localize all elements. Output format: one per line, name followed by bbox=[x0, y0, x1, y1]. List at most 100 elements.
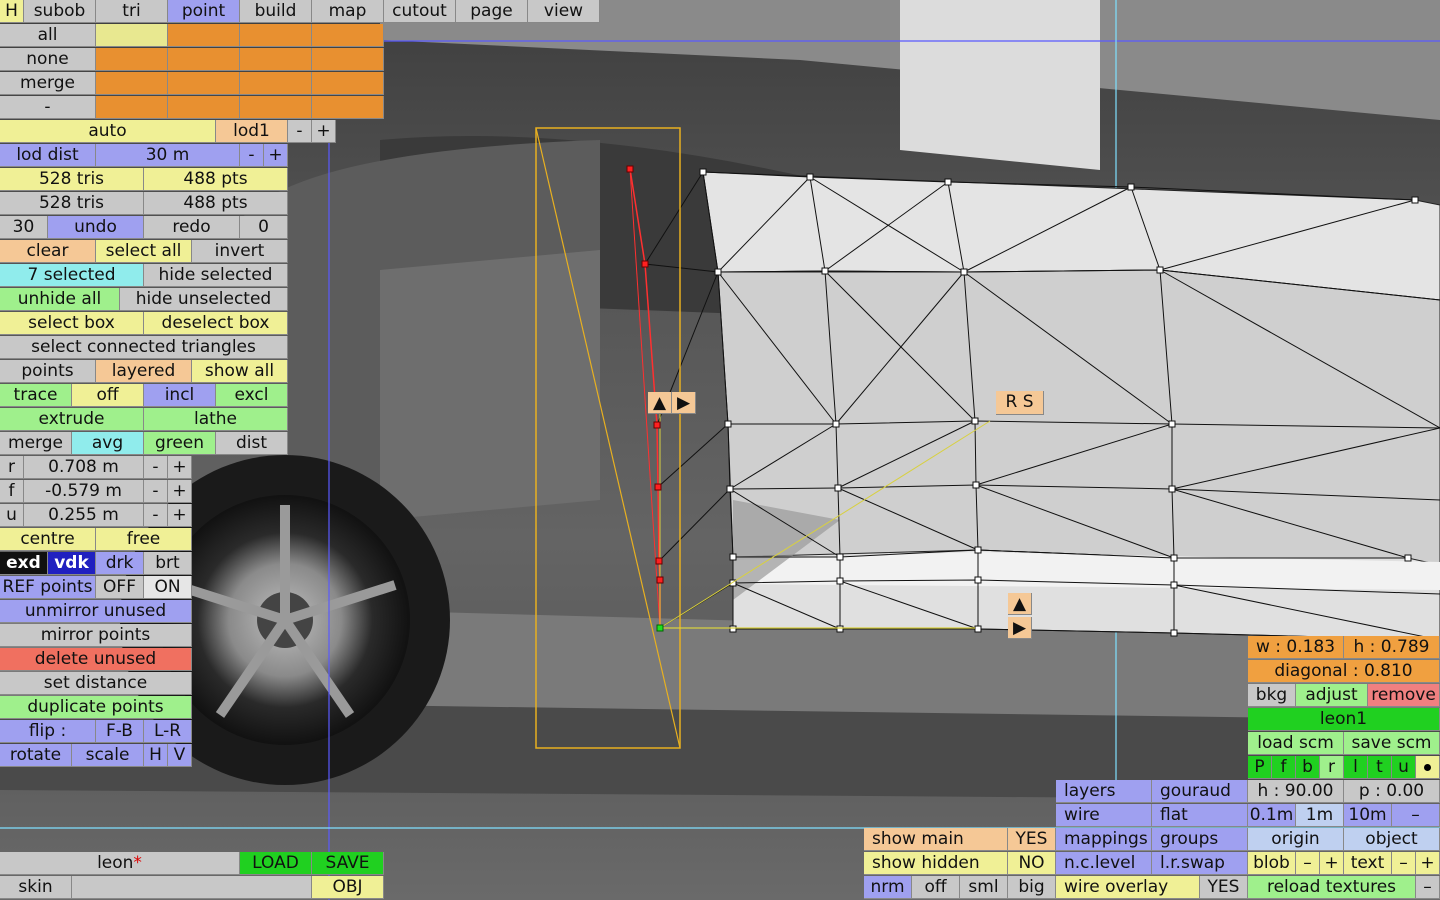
text-minus-button[interactable]: – bbox=[1392, 852, 1416, 875]
reload-textures-button[interactable]: reload textures bbox=[1248, 876, 1416, 899]
step-1m-button[interactable]: 1m bbox=[1296, 804, 1344, 827]
bkg-button[interactable]: bkg bbox=[1248, 684, 1296, 707]
merge-layer-button[interactable]: merge bbox=[0, 72, 96, 95]
rotate-button[interactable]: rotate bbox=[0, 744, 72, 767]
r-value[interactable]: 0.708 m bbox=[24, 456, 144, 479]
scale-button[interactable]: scale bbox=[72, 744, 144, 767]
merge-avg-button[interactable]: avg bbox=[72, 432, 144, 455]
set-distance-button[interactable]: set distance bbox=[0, 672, 192, 695]
extrude-button[interactable]: extrude bbox=[0, 408, 144, 431]
step-10m-button[interactable]: 10m bbox=[1344, 804, 1392, 827]
merge-dist-button[interactable]: dist bbox=[216, 432, 288, 455]
lod-plus-button[interactable]: + bbox=[312, 120, 336, 143]
redo-button[interactable]: redo bbox=[144, 216, 240, 239]
f-plus-button[interactable]: + bbox=[168, 480, 192, 503]
reference-name[interactable]: leon1 bbox=[1248, 708, 1440, 731]
view-r-button[interactable]: r bbox=[1320, 756, 1344, 779]
lod-minus-button[interactable]: - bbox=[288, 120, 312, 143]
obj-button[interactable]: OBJ bbox=[312, 876, 384, 899]
layer-cell[interactable] bbox=[96, 72, 168, 95]
invert-button[interactable]: invert bbox=[192, 240, 288, 263]
show-hidden-no-button[interactable]: NO bbox=[1008, 852, 1056, 875]
ref-on-button[interactable]: ON bbox=[144, 576, 192, 599]
skin-field[interactable] bbox=[72, 876, 312, 899]
scale-h-button[interactable]: H bbox=[144, 744, 168, 767]
r-minus-button[interactable]: - bbox=[144, 456, 168, 479]
deselect-box-button[interactable]: deselect box bbox=[144, 312, 288, 335]
skin-button[interactable]: skin bbox=[0, 876, 72, 899]
menu-page[interactable]: page bbox=[456, 0, 528, 23]
undo-button[interactable]: undo bbox=[48, 216, 144, 239]
r-plus-button[interactable]: + bbox=[168, 456, 192, 479]
clear-button[interactable]: clear bbox=[0, 240, 96, 263]
load-button[interactable]: LOAD bbox=[240, 852, 312, 875]
drk-button[interactable]: drk bbox=[96, 552, 144, 575]
layer-cell[interactable] bbox=[168, 96, 240, 119]
view-l-button[interactable]: l bbox=[1344, 756, 1368, 779]
wire-overlay-yes-button[interactable]: YES bbox=[1200, 876, 1248, 899]
trace-excl-button[interactable]: excl bbox=[216, 384, 288, 407]
layer-cell[interactable] bbox=[168, 48, 240, 71]
select-all-button[interactable]: select all bbox=[96, 240, 192, 263]
f-value[interactable]: -0.579 m bbox=[24, 480, 144, 503]
flip-fb-button[interactable]: F-B bbox=[96, 720, 144, 743]
origin-button[interactable]: origin bbox=[1248, 828, 1344, 851]
menu-view[interactable]: view bbox=[528, 0, 600, 23]
hide-selected-button[interactable]: hide selected bbox=[144, 264, 288, 287]
gizmo-right-button[interactable]: ▶ bbox=[1008, 617, 1032, 639]
scale-v-button[interactable]: V bbox=[168, 744, 192, 767]
exd-button[interactable]: exd bbox=[0, 552, 48, 575]
menu-point[interactable]: point bbox=[168, 0, 240, 23]
u-value[interactable]: 0.255 m bbox=[24, 504, 144, 527]
duplicate-points-button[interactable]: duplicate points bbox=[0, 696, 192, 719]
layer-cell[interactable] bbox=[168, 72, 240, 95]
lod-dist-plus-button[interactable]: + bbox=[264, 144, 288, 167]
brt-button[interactable]: brt bbox=[144, 552, 192, 575]
layers-button[interactable]: layers bbox=[1056, 780, 1152, 803]
gouraud-button[interactable]: gouraud bbox=[1152, 780, 1248, 803]
select-all-layer-button[interactable]: all bbox=[0, 24, 96, 47]
nrm-button[interactable]: nrm bbox=[864, 876, 912, 899]
blob-minus-button[interactable]: – bbox=[1296, 852, 1320, 875]
layered-toggle[interactable]: layered bbox=[96, 360, 192, 383]
object-button[interactable]: object bbox=[1344, 828, 1440, 851]
adjust-button[interactable]: adjust bbox=[1296, 684, 1368, 707]
mappings-button[interactable]: mappings bbox=[1056, 828, 1152, 851]
lod-level-button[interactable]: lod1 bbox=[216, 120, 288, 143]
lod-dist-value[interactable]: 30 m bbox=[96, 144, 240, 167]
show-main-yes-button[interactable]: YES bbox=[1008, 828, 1056, 851]
menu-h[interactable]: H bbox=[0, 0, 24, 23]
wire-button[interactable]: wire bbox=[1056, 804, 1152, 827]
step-0-1m-button[interactable]: 0.1m bbox=[1248, 804, 1296, 827]
lathe-button[interactable]: lathe bbox=[144, 408, 288, 431]
layer-cell[interactable] bbox=[240, 72, 312, 95]
move-up-button[interactable]: ▲ bbox=[648, 392, 672, 414]
menu-cutout[interactable]: cutout bbox=[384, 0, 456, 23]
ref-off-button[interactable]: OFF bbox=[96, 576, 144, 599]
centre-button[interactable]: centre bbox=[0, 528, 96, 551]
big-button[interactable]: big bbox=[1008, 876, 1056, 899]
view-p-button[interactable]: P bbox=[1248, 756, 1272, 779]
menu-subob[interactable]: subob bbox=[24, 0, 96, 23]
delete-unused-button[interactable]: delete unused bbox=[0, 648, 192, 671]
flat-button[interactable]: flat bbox=[1152, 804, 1248, 827]
lod-dist-minus-button[interactable]: - bbox=[240, 144, 264, 167]
file-name[interactable]: leon* bbox=[0, 852, 240, 875]
layer-cell[interactable] bbox=[312, 24, 384, 47]
layer-cell[interactable] bbox=[240, 24, 312, 47]
select-none-layer-button[interactable]: none bbox=[0, 48, 96, 71]
save-button[interactable]: SAVE bbox=[312, 852, 384, 875]
layer-cell[interactable] bbox=[168, 24, 240, 47]
view-b-button[interactable]: b bbox=[1296, 756, 1320, 779]
layer-cell[interactable] bbox=[240, 48, 312, 71]
show-all-button[interactable]: show all bbox=[192, 360, 288, 383]
select-box-button[interactable]: select box bbox=[0, 312, 144, 335]
layer-cell[interactable] bbox=[96, 24, 168, 47]
unmirror-unused-button[interactable]: unmirror unused bbox=[0, 600, 192, 623]
view-u-button[interactable]: u bbox=[1392, 756, 1416, 779]
menu-build[interactable]: build bbox=[240, 0, 312, 23]
mirror-points-button[interactable]: mirror points bbox=[0, 624, 192, 647]
sml-button[interactable]: sml bbox=[960, 876, 1008, 899]
view-t-button[interactable]: t bbox=[1368, 756, 1392, 779]
merge-button[interactable]: merge bbox=[0, 432, 72, 455]
